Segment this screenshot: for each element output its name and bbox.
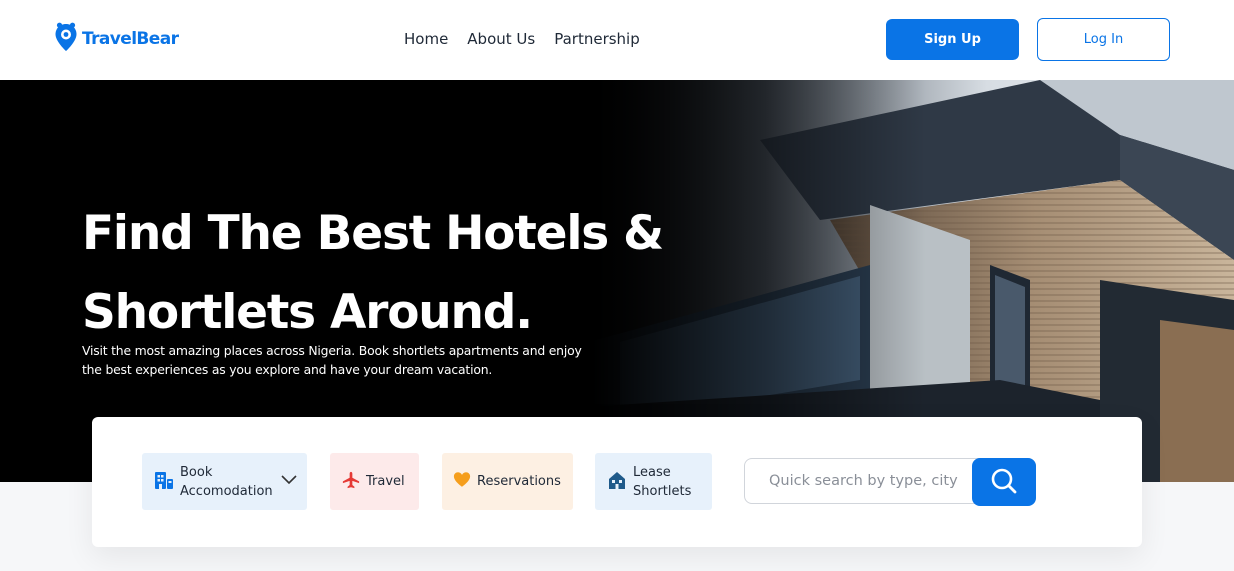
hero-subtitle: Visit the most amazing places across Nig… [82,341,642,379]
logo-text: TravelBear [82,29,179,49]
main-nav: Home About Us Partnership [404,30,640,48]
nav-home[interactable]: Home [404,30,448,48]
signup-button[interactable]: Sign Up [886,19,1019,60]
heart-icon [453,471,471,492]
search-card: Book Accomodation Travel Reservations Le… [92,417,1142,547]
hero-title: Find The Best Hotels & Shortlets Around. [82,194,664,352]
hero-subtitle-line1: Visit the most amazing places across Nig… [82,343,582,358]
reservations-label: Reservations [477,474,561,489]
house-icon [607,470,627,494]
building-icon [154,470,174,494]
hero-subtitle-line2: the best experiences as you explore and … [82,362,493,377]
login-button[interactable]: Log In [1037,18,1170,61]
chevron-down-icon [281,474,297,489]
lease-shortlets-label: Lease Shortlets [633,463,691,501]
reservations-button[interactable]: Reservations [442,453,573,510]
book-accommodation-dropdown[interactable]: Book Accomodation [142,453,307,510]
search-icon [990,467,1018,498]
quick-search-box [744,458,1036,506]
hero-title-line1: Find The Best Hotels & [82,206,664,261]
top-navbar: TravelBear Home About Us Partnership Sig… [0,0,1234,80]
search-input[interactable] [745,459,971,503]
lease-label-line1: Lease [633,464,671,480]
location-pin-icon [54,22,78,56]
book-label-line2: Accomodation [180,483,273,499]
lease-label-line2: Shortlets [633,483,692,499]
book-accommodation-label: Book Accomodation [180,463,273,501]
travel-label: Travel [366,474,405,489]
search-button[interactable] [972,458,1036,506]
nav-about-us[interactable]: About Us [467,30,535,48]
airplane-icon [342,471,360,493]
book-label-line1: Book [180,464,213,480]
logo[interactable]: TravelBear [54,22,179,56]
travel-button[interactable]: Travel [330,453,419,510]
nav-partnership[interactable]: Partnership [554,30,640,48]
lease-shortlets-button[interactable]: Lease Shortlets [595,453,712,510]
